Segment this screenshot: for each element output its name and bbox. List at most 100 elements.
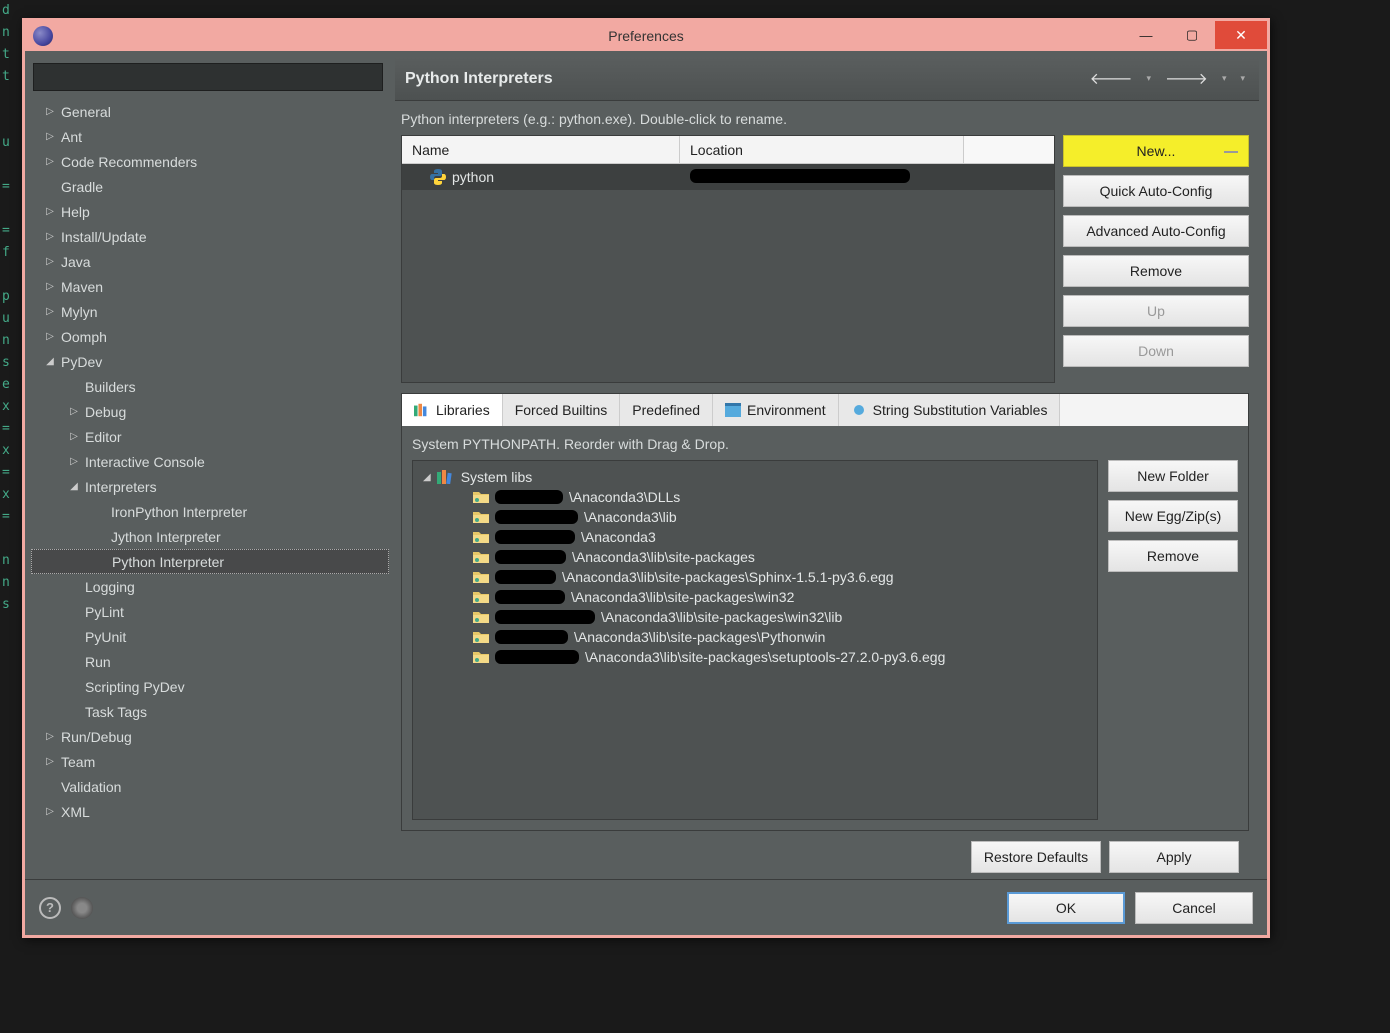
help-icon[interactable]: ?	[39, 897, 61, 919]
tree-arrow-icon[interactable]: ▷	[43, 806, 57, 817]
col-name[interactable]: Name	[402, 136, 680, 163]
ok-button[interactable]: OK	[1007, 892, 1125, 924]
filter-box[interactable]	[33, 63, 383, 91]
tree-arrow-icon[interactable]: ▷	[43, 256, 57, 267]
new-egg-button[interactable]: New Egg/Zip(s)	[1108, 500, 1238, 532]
sidebar-item-run-debug[interactable]: ▷Run/Debug	[31, 724, 389, 749]
tree-arrow-icon[interactable]: ▷	[43, 281, 57, 292]
env-icon	[725, 403, 741, 417]
sidebar-item-run[interactable]: Run	[31, 649, 389, 674]
sidebar-item-jython-interpreter[interactable]: Jython Interpreter	[31, 524, 389, 549]
titlebar[interactable]: Preferences	[25, 21, 1267, 51]
tree-arrow-icon[interactable]: ▷	[43, 231, 57, 242]
sidebar-item-install-update[interactable]: ▷Install/Update	[31, 224, 389, 249]
sidebar-item-pydev[interactable]: ◢PyDev	[31, 349, 389, 374]
tab-libraries[interactable]: Libraries	[402, 394, 503, 426]
lib-item[interactable]: \Anaconda3\lib\site-packages\Pythonwin	[417, 627, 1093, 647]
remove-button[interactable]: Remove	[1063, 255, 1249, 287]
chevron-down-icon[interactable]: ◢	[423, 472, 431, 483]
window-title: Preferences	[608, 28, 683, 44]
tree-arrow-icon[interactable]: ▷	[43, 731, 57, 742]
new-button[interactable]: New...	[1063, 135, 1249, 167]
sidebar-item-editor[interactable]: ▷Editor	[31, 424, 389, 449]
sidebar-item-interactive-console[interactable]: ▷Interactive Console	[31, 449, 389, 474]
lib-item[interactable]: \Anaconda3\lib\site-packages\setuptools-…	[417, 647, 1093, 667]
down-button[interactable]: Down	[1063, 335, 1249, 367]
col-location[interactable]: Location	[680, 136, 964, 163]
sidebar-item-java[interactable]: ▷Java	[31, 249, 389, 274]
quick-auto-config-button[interactable]: Quick Auto-Config	[1063, 175, 1249, 207]
sidebar-item-ant[interactable]: ▷Ant	[31, 124, 389, 149]
tree-arrow-icon[interactable]: ◢	[67, 481, 81, 492]
nav-back-icon[interactable]: 🡐	[1086, 66, 1137, 91]
tree-arrow-icon[interactable]: ▷	[43, 156, 57, 167]
sidebar-item-python-interpreter[interactable]: Python Interpreter	[31, 549, 389, 574]
apply-button[interactable]: Apply	[1109, 841, 1239, 873]
tab-label: Predefined	[632, 402, 700, 418]
lib-item[interactable]: \Anaconda3\lib	[417, 507, 1093, 527]
sidebar-item-validation[interactable]: Validation	[31, 774, 389, 799]
sidebar-item-scripting-pydev[interactable]: Scripting PyDev	[31, 674, 389, 699]
lib-remove-button[interactable]: Remove	[1108, 540, 1238, 572]
lib-item[interactable]: \Anaconda3	[417, 527, 1093, 547]
lib-item[interactable]: \Anaconda3\lib\site-packages\win32\lib	[417, 607, 1093, 627]
maximize-button[interactable]	[1169, 21, 1215, 49]
sidebar-item-xml[interactable]: ▷XML	[31, 799, 389, 824]
tab-predefined[interactable]: Predefined	[620, 394, 713, 426]
close-button[interactable]	[1215, 21, 1267, 49]
tree-arrow-icon[interactable]: ▷	[43, 131, 57, 142]
sidebar-item-oomph[interactable]: ▷Oomph	[31, 324, 389, 349]
tree-arrow-icon[interactable]: ▷	[43, 206, 57, 217]
nav-menu-icon[interactable]: ▾	[1236, 71, 1249, 86]
tree-arrow-icon[interactable]: ▷	[67, 406, 81, 417]
interpreters-table[interactable]: Name Location python	[401, 135, 1055, 383]
tree-arrow-icon[interactable]: ◢	[43, 356, 57, 367]
new-folder-button[interactable]: New Folder	[1108, 460, 1238, 492]
sidebar-item-interpreters[interactable]: ◢Interpreters	[31, 474, 389, 499]
sidebar-item-ironpython-interpreter[interactable]: IronPython Interpreter	[31, 499, 389, 524]
tree-arrow-icon[interactable]: ▷	[67, 456, 81, 467]
tab-body: System PYTHONPATH. Reorder with Drag & D…	[402, 426, 1248, 830]
lib-item[interactable]: \Anaconda3\DLLs	[417, 487, 1093, 507]
sidebar-item-task-tags[interactable]: Task Tags	[31, 699, 389, 724]
nav-forward-menu[interactable]: ▾	[1218, 71, 1231, 86]
tab-string-substitution-variables[interactable]: String Substitution Variables	[839, 394, 1061, 426]
lib-tree[interactable]: ◢ System libs \Anaconda3\DLLs\Anaconda3\…	[412, 460, 1098, 820]
tree-label: Editor	[81, 429, 122, 445]
lib-item[interactable]: \Anaconda3\lib\site-packages\win32	[417, 587, 1093, 607]
table-row[interactable]: python	[402, 164, 1054, 190]
sidebar-item-maven[interactable]: ▷Maven	[31, 274, 389, 299]
tab-forced-builtins[interactable]: Forced Builtins	[503, 394, 621, 426]
lib-item[interactable]: \Anaconda3\lib\site-packages\Sphinx-1.5.…	[417, 567, 1093, 587]
sidebar-item-mylyn[interactable]: ▷Mylyn	[31, 299, 389, 324]
preferences-tree[interactable]: ▷General▷Ant▷Code RecommendersGradle▷Hel…	[31, 99, 389, 871]
nav-back-menu[interactable]: ▾	[1143, 71, 1156, 86]
books-icon	[414, 403, 430, 417]
advanced-auto-config-button[interactable]: Advanced Auto-Config	[1063, 215, 1249, 247]
tree-arrow-icon[interactable]: ▷	[43, 306, 57, 317]
minimize-button[interactable]	[1123, 21, 1169, 49]
tree-arrow-icon[interactable]: ▷	[43, 331, 57, 342]
sidebar-item-builders[interactable]: Builders	[31, 374, 389, 399]
up-button[interactable]: Up	[1063, 295, 1249, 327]
sidebar-item-team[interactable]: ▷Team	[31, 749, 389, 774]
lib-item[interactable]: \Anaconda3\lib\site-packages	[417, 547, 1093, 567]
sidebar-item-help[interactable]: ▷Help	[31, 199, 389, 224]
sidebar-item-code-recommenders[interactable]: ▷Code Recommenders	[31, 149, 389, 174]
tree-arrow-icon[interactable]: ▷	[67, 431, 81, 442]
tree-arrow-icon[interactable]: ▷	[43, 756, 57, 767]
sidebar-item-gradle[interactable]: Gradle	[31, 174, 389, 199]
sidebar-item-pylint[interactable]: PyLint	[31, 599, 389, 624]
tree-arrow-icon[interactable]: ▷	[43, 106, 57, 117]
sidebar-item-general[interactable]: ▷General	[31, 99, 389, 124]
sidebar-item-debug[interactable]: ▷Debug	[31, 399, 389, 424]
lib-root[interactable]: ◢ System libs	[417, 467, 1093, 487]
nav-forward-icon[interactable]: 🡒	[1161, 66, 1212, 91]
import-export-icon[interactable]	[71, 897, 93, 919]
restore-defaults-button[interactable]: Restore Defaults	[971, 841, 1101, 873]
tab-environment[interactable]: Environment	[713, 394, 839, 426]
sidebar-item-pyunit[interactable]: PyUnit	[31, 624, 389, 649]
cancel-button[interactable]: Cancel	[1135, 892, 1253, 924]
sidebar-item-logging[interactable]: Logging	[31, 574, 389, 599]
filter-input[interactable]	[34, 64, 382, 90]
